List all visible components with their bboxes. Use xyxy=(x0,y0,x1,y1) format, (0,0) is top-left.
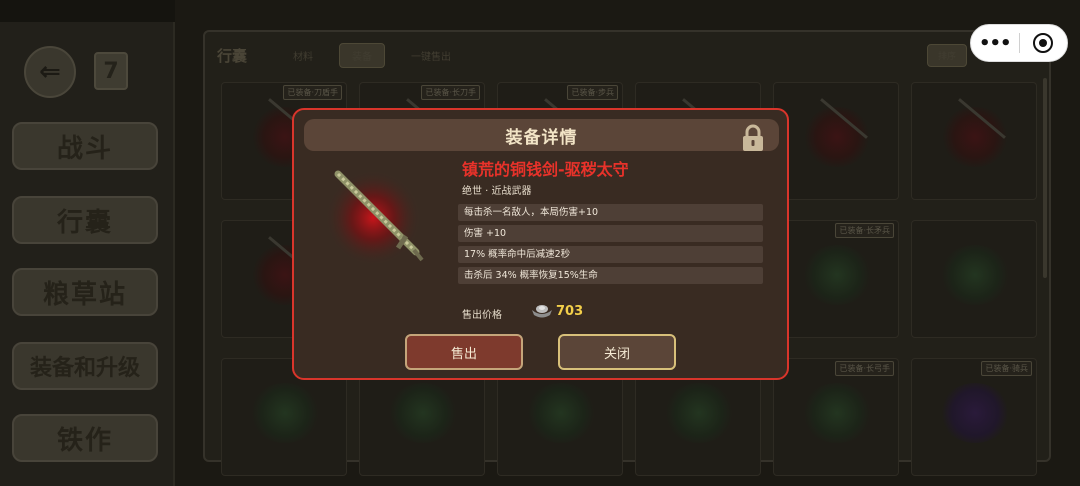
close-button[interactable]: 关闭 xyxy=(558,334,676,370)
stat-line: 击杀后 34% 概率恢复15%生命 xyxy=(458,267,763,284)
top-strip xyxy=(0,0,175,22)
game-screen: ⇐ 7 战斗 行囊 粮草站 装备和升级 铁作 行囊 材料 装备 一键售出 排序 … xyxy=(0,0,1080,486)
sort-button[interactable]: 排序 xyxy=(926,44,967,67)
stat-line: 17% 概率命中后减速2秒 xyxy=(458,246,763,263)
menu-item-supply[interactable]: 粮草站 xyxy=(12,268,158,316)
target-ring-icon xyxy=(1033,33,1054,53)
close-target-button[interactable] xyxy=(1019,33,1067,53)
sell-button[interactable]: 售出 xyxy=(405,334,523,370)
menu-item-inventory[interactable]: 行囊 xyxy=(12,196,158,244)
slot-tag: 已装备·步兵 xyxy=(567,85,618,100)
modal-title: 装备详情 xyxy=(505,127,578,148)
slot-tag: 已装备·长刀手 xyxy=(421,85,480,100)
menu-item-forge[interactable]: 铁作 xyxy=(12,414,158,462)
item-rarity-type: 绝世 · 近战武器 xyxy=(462,186,532,197)
slot-tag: 已装备·长矛兵 xyxy=(835,223,894,238)
inventory-title: 行囊 xyxy=(217,46,248,65)
tab-equipment[interactable]: 装备 xyxy=(339,42,385,68)
menu-item-equipment[interactable]: 装备和升级 xyxy=(12,342,158,390)
inventory-slot[interactable]: 已装备·长弓手 xyxy=(773,358,899,476)
slot-tag: 已装备·刀盾手 xyxy=(283,85,342,100)
price-label: 售出价格 xyxy=(462,310,502,321)
equipment-detail-modal: 装备详情 镇荒的铜钱剑-驱秽太守 绝世 · 近战武器 每击杀一名敌人，本局伤害+… xyxy=(292,108,789,380)
back-arrow-icon: ⇐ xyxy=(39,57,61,87)
item-name: 镇荒的铜钱剑-驱秽太守 xyxy=(462,160,629,179)
lock-icon[interactable] xyxy=(740,124,766,152)
stat-line: 伤害 +10 xyxy=(458,225,763,242)
miniprogram-capsule: ••• xyxy=(970,24,1068,62)
back-button[interactable]: ⇐ xyxy=(24,46,76,98)
more-dots-icon[interactable]: ••• xyxy=(971,33,1019,54)
inventory-slot[interactable] xyxy=(911,82,1037,200)
slot-tag: 已装备·骑兵 xyxy=(981,361,1032,376)
inventory-slot[interactable]: 已装备·骑兵 xyxy=(911,358,1037,476)
inventory-tabs: 行囊 材料 装备 一键售出 xyxy=(217,42,463,68)
inventory-slot[interactable]: 已装备·长矛兵 xyxy=(773,220,899,338)
slot-tag: 已装备·长弓手 xyxy=(835,361,894,376)
left-menu: ⇐ 7 战斗 行囊 粮草站 装备和升级 铁作 xyxy=(0,0,175,486)
silver-ingot-icon xyxy=(532,305,552,318)
stat-line: 每击杀一名敌人，本局伤害+10 xyxy=(458,204,763,221)
menu-item-battle[interactable]: 战斗 xyxy=(12,122,158,170)
inventory-slot[interactable] xyxy=(911,220,1037,338)
price-value: 703 xyxy=(556,304,584,319)
inventory-scrollbar[interactable] xyxy=(1043,78,1047,278)
tab-sell-all[interactable]: 一键售出 xyxy=(399,44,463,67)
calendar-icon[interactable]: 7 xyxy=(94,52,128,90)
tab-materials[interactable]: 材料 xyxy=(281,44,325,67)
modal-header: 装备详情 xyxy=(304,119,779,151)
sword-icon xyxy=(325,170,424,266)
inventory-slot[interactable] xyxy=(773,82,899,200)
